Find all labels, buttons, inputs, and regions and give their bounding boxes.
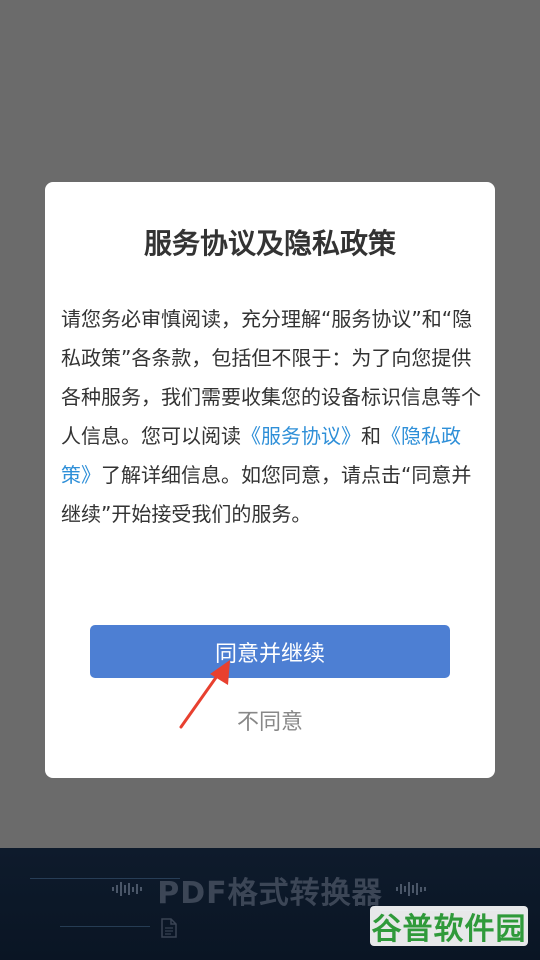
pointer-arrow-icon bbox=[179, 660, 230, 729]
document-icon bbox=[161, 918, 177, 938]
site-watermark: 谷普软件园 bbox=[370, 906, 528, 947]
privacy-dialog: 服务协议及隐私政策 请您务必审慎阅读，充分理解“服务协议”和“隐私政策”各条款，… bbox=[45, 182, 495, 778]
banner-decor-line bbox=[60, 926, 150, 927]
disagree-button[interactable]: 不同意 bbox=[45, 704, 495, 736]
body-text-part2: 了解详细信息。如您同意，请点击“同意并继续”开始接受我们的服务。 bbox=[61, 463, 472, 526]
watermark-text: 谷普软件园 bbox=[371, 912, 527, 947]
body-text-and: 和 bbox=[361, 424, 381, 448]
dialog-title: 服务协议及隐私政策 bbox=[143, 227, 396, 260]
dialog-body-text: 请您务必审慎阅读，充分理解“服务协议”和“隐私政策”各条款，包括但不限于：为了向… bbox=[61, 300, 481, 534]
service-agreement-link[interactable]: 《服务协议》 bbox=[241, 424, 361, 448]
agree-continue-button[interactable]: 同意并继续 bbox=[90, 625, 450, 678]
